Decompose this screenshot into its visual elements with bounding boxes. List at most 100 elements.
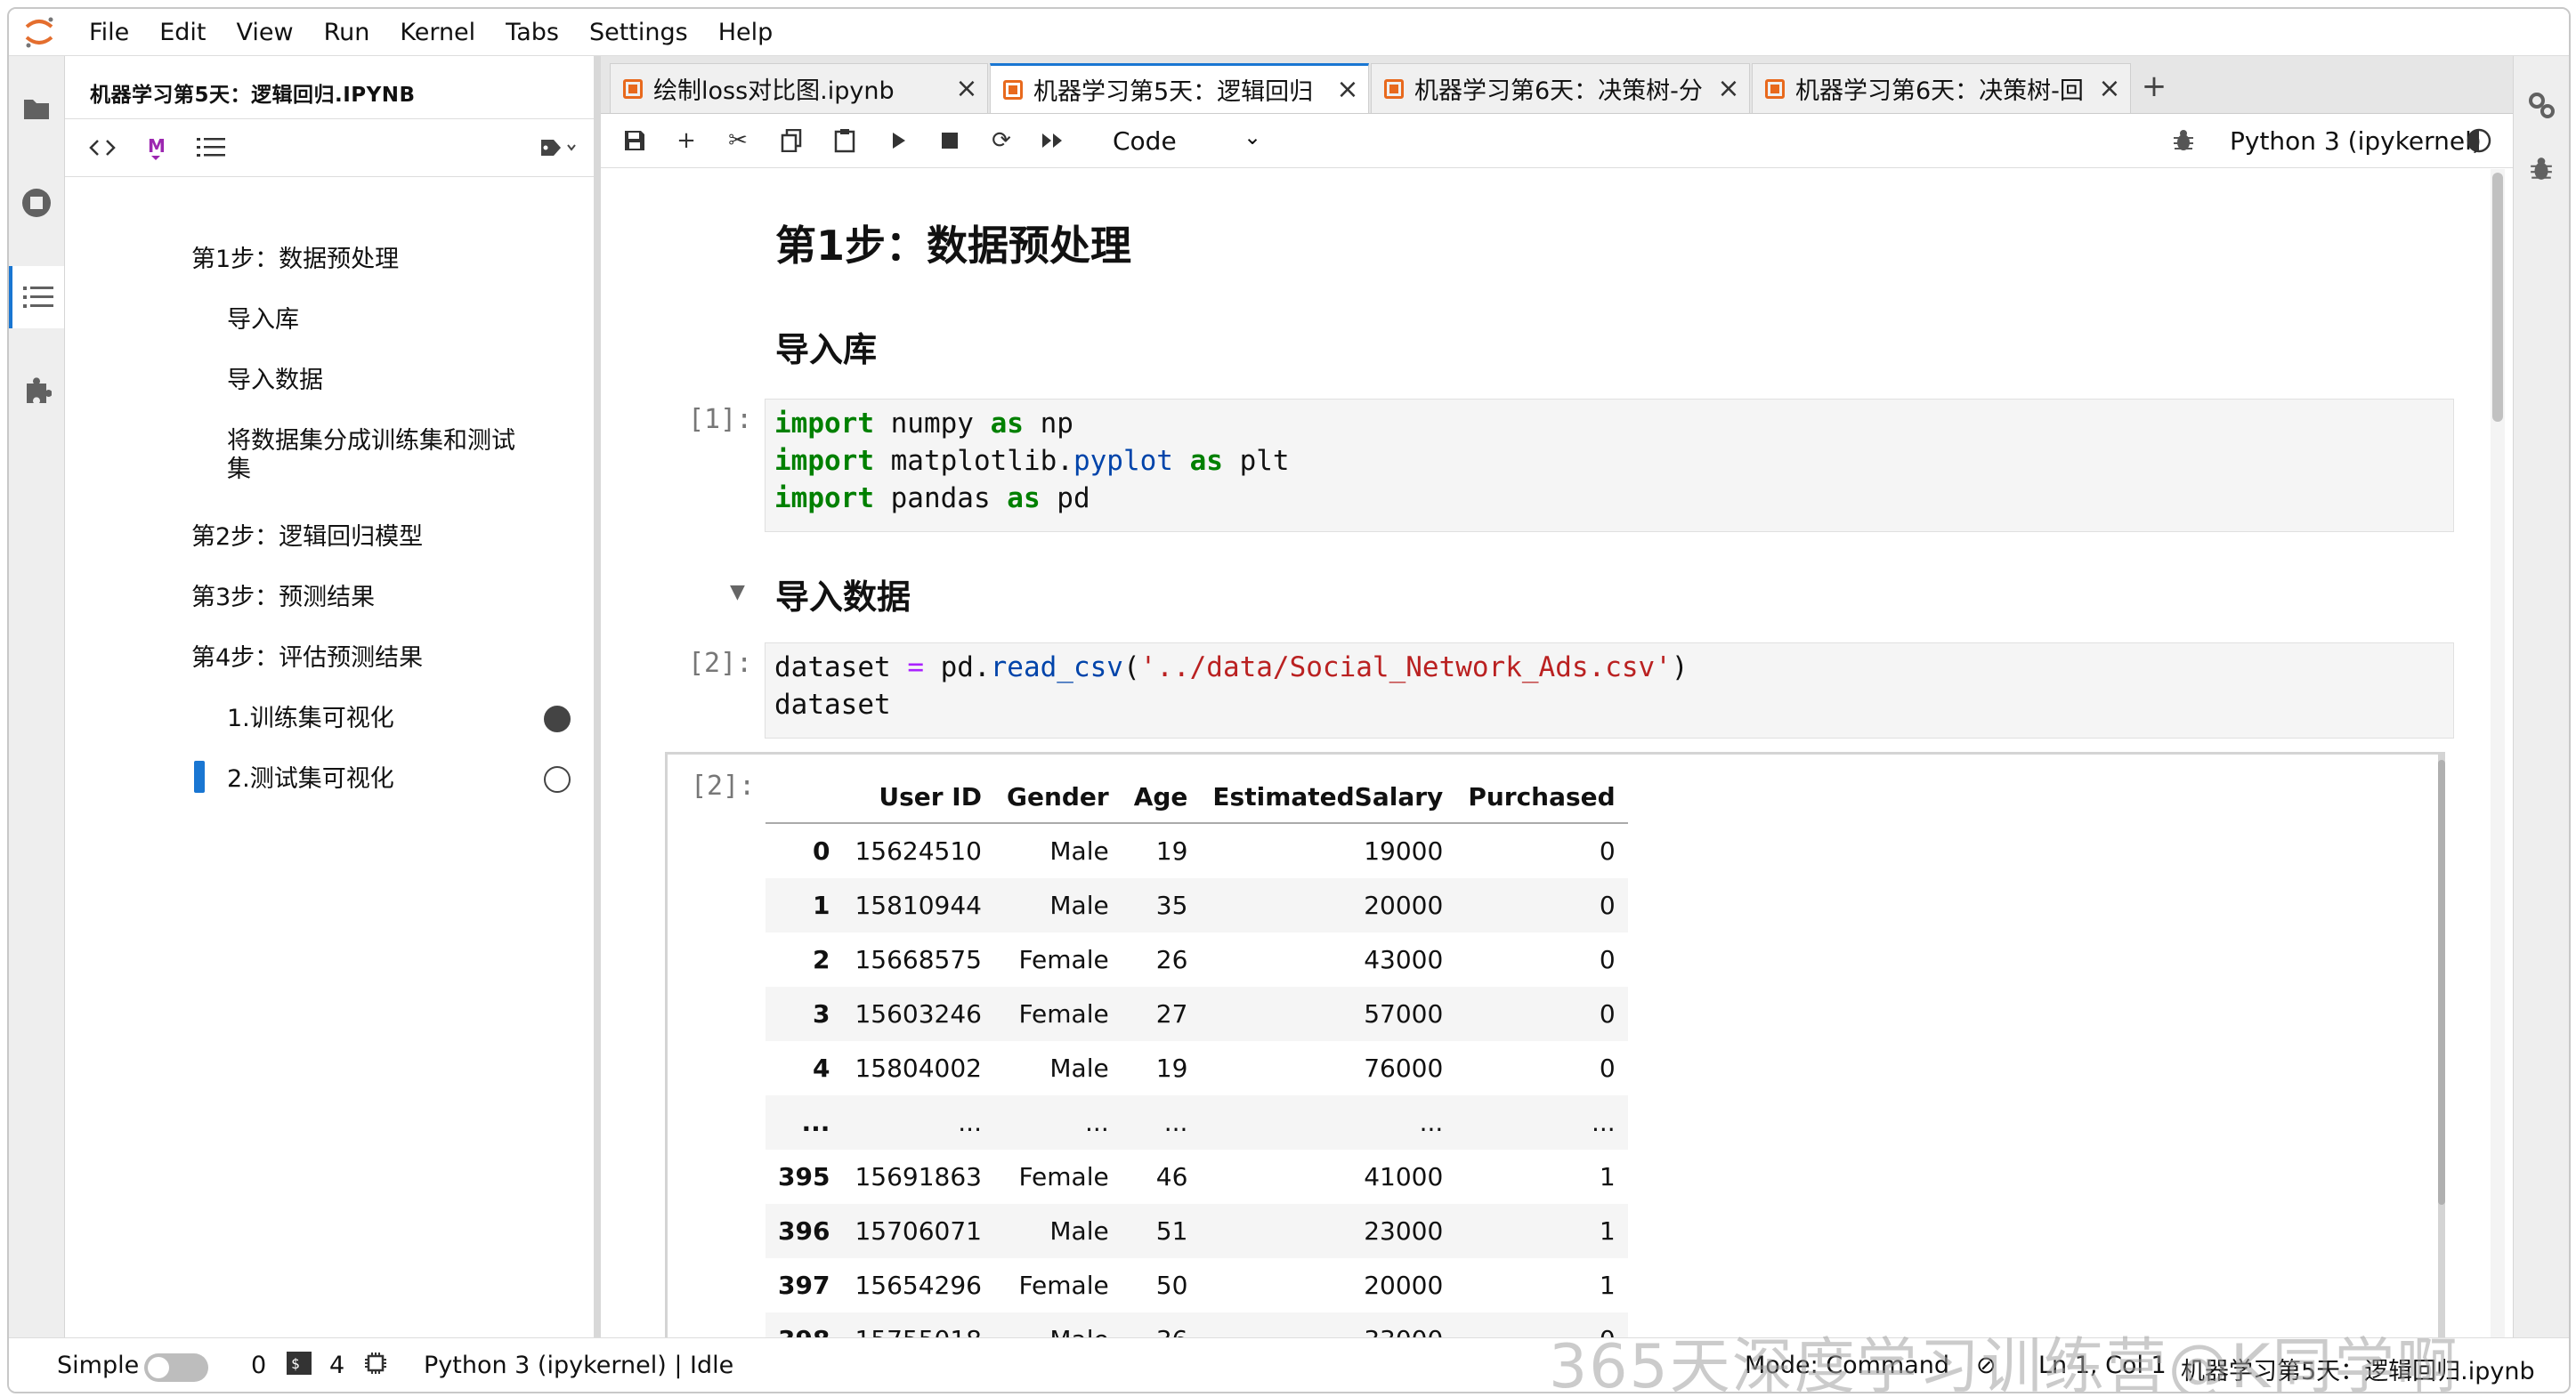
- tab-loss-plot[interactable]: 绘制loss对比图.ipynb ×: [610, 63, 988, 113]
- table-row: 2 15668575 Female 26 43000 0: [766, 933, 1628, 987]
- menu-run[interactable]: Run: [324, 19, 370, 46]
- cell1-prompt: [1]:: [688, 404, 753, 435]
- close-icon[interactable]: ×: [1715, 73, 1742, 104]
- code-cell-2[interactable]: dataset = pd.read_csv('../data/Social_Ne…: [765, 642, 2454, 739]
- menu-view[interactable]: View: [236, 19, 293, 46]
- table-row: 396 15706071 Male 51 23000 1: [766, 1204, 1628, 1258]
- new-tab-plus-icon[interactable]: +: [2136, 67, 2172, 106]
- heading-import-data: 导入数据: [775, 577, 911, 617]
- table-cell: 23000: [1364, 1216, 1444, 1246]
- tab-logistic-regression[interactable]: 机器学习第5天：逻辑回归 ×: [990, 63, 1369, 113]
- menu-settings[interactable]: Settings: [589, 19, 688, 46]
- row-index-cell: 3: [812, 999, 830, 1029]
- toc-item-import-data[interactable]: 导入数据: [227, 366, 323, 396]
- left-activity-bar: [9, 56, 65, 1337]
- toc-item-step1[interactable]: 第1步：数据预处理: [191, 245, 399, 275]
- menu-file[interactable]: File: [89, 19, 129, 46]
- code-line: dataset = pd.read_csv('../data/Social_Ne…: [774, 651, 1689, 683]
- running-sessions-icon[interactable]: [9, 172, 64, 234]
- tab-label: 绘制loss对比图.ipynb: [653, 77, 895, 105]
- table-header-row: User ID Gender Age EstimatedSalary Purch…: [766, 771, 1628, 823]
- code-toggle-icon[interactable]: [85, 130, 120, 166]
- row-index-cell: 397: [778, 1271, 830, 1300]
- simple-mode-toggle[interactable]: [144, 1353, 208, 1382]
- cut-icon[interactable]: ✂: [722, 125, 754, 157]
- close-icon[interactable]: ×: [2096, 73, 2123, 104]
- toc-item-test-vis[interactable]: 2.测试集可视化: [227, 764, 394, 795]
- table-row: 39815755018Male36330000: [766, 1312, 1628, 1337]
- table-row: 4 15804002 Male 19 76000 0: [766, 1041, 1628, 1095]
- menu-tabs[interactable]: Tabs: [506, 19, 559, 46]
- restart-run-all-icon[interactable]: [1037, 125, 1069, 157]
- insert-cell-plus-icon[interactable]: +: [670, 125, 702, 157]
- table-cell: 15804002: [855, 1054, 982, 1083]
- kernel-count[interactable]: 4: [329, 1352, 344, 1379]
- table-cell: 26: [1155, 945, 1188, 974]
- row-index-cell: 396: [778, 1216, 830, 1246]
- table-cell: 76000: [1364, 1054, 1444, 1083]
- toc-item-step3[interactable]: 第3步：预测结果: [191, 583, 375, 613]
- output-scrollbar[interactable]: [2438, 760, 2445, 1205]
- table-cell: Female: [1018, 1271, 1109, 1300]
- paste-icon[interactable]: [829, 125, 861, 157]
- property-inspector-gear-icon[interactable]: [2514, 74, 2569, 136]
- table-of-contents-icon[interactable]: [9, 266, 64, 328]
- table-cell: 41000: [1364, 1162, 1444, 1191]
- running-indicator-empty: [544, 766, 571, 793]
- toc-item-step2[interactable]: 第2步：逻辑回归模型: [191, 522, 423, 553]
- extensions-icon[interactable]: [9, 360, 64, 423]
- tag-filter-icon[interactable]: [537, 130, 581, 166]
- markdown-toggle-icon[interactable]: M: [138, 130, 174, 166]
- table-cell: 43000: [1364, 945, 1444, 974]
- tab-decision-tree-reg[interactable]: 机器学习第6天：决策树-回 ×: [1752, 63, 2131, 113]
- menu-kernel[interactable]: Kernel: [400, 19, 475, 46]
- copy-icon[interactable]: [775, 125, 807, 157]
- dataframe-table: User ID Gender Age EstimatedSalary Purch…: [766, 771, 1628, 1337]
- menu-edit[interactable]: Edit: [159, 19, 206, 46]
- row-index-cell: 4: [812, 1054, 830, 1083]
- table-row: 0 15624510 Male 19 19000 0: [766, 823, 1628, 878]
- table-cell: 20000: [1364, 891, 1444, 920]
- table-cell: ...: [1163, 1108, 1188, 1137]
- table-cell: 19: [1155, 836, 1188, 866]
- terminal-icon: $: [287, 1352, 312, 1381]
- svg-text:$: $: [291, 1355, 300, 1372]
- close-icon[interactable]: ×: [953, 73, 980, 104]
- collapse-heading-caret-icon[interactable]: ▼: [730, 581, 745, 603]
- table-cell: Male: [1049, 1216, 1109, 1246]
- terminal-count[interactable]: 0: [251, 1352, 266, 1379]
- table-cell: 36: [1122, 1312, 1201, 1337]
- chevron-down-icon[interactable]: ⌄: [1243, 125, 1261, 149]
- code-line: dataset: [774, 689, 891, 721]
- numbered-list-icon[interactable]: [193, 130, 229, 166]
- run-cell-icon[interactable]: [882, 125, 914, 157]
- notebook-scrollbar[interactable]: [2491, 169, 2505, 1337]
- code-cell-1[interactable]: import numpy as np import matplotlib.pyp…: [765, 399, 2454, 532]
- scrollbar-thumb[interactable]: [2492, 173, 2503, 422]
- cell-type-select[interactable]: Code: [1113, 126, 1177, 156]
- table-cell: Male: [1049, 836, 1109, 866]
- tab-decision-tree-cls[interactable]: 机器学习第6天：决策树-分 ×: [1371, 63, 1750, 113]
- toc-item-step4[interactable]: 第4步：评估预测结果: [191, 643, 423, 674]
- toc-item-train-vis[interactable]: 1.训练集可视化: [227, 704, 394, 734]
- interrupt-kernel-icon[interactable]: [934, 125, 966, 157]
- debugger-bug-icon[interactable]: [2167, 125, 2199, 157]
- toc-item-split-data[interactable]: 将数据集分成训练集和测试: [227, 426, 515, 456]
- toc-title: 机器学习第5天：逻辑回归.IPYNB: [90, 84, 416, 107]
- table-cell: 0: [1599, 891, 1616, 920]
- table-cell: 15810944: [855, 891, 982, 920]
- restart-kernel-icon[interactable]: ⟳: [985, 125, 1017, 157]
- table-cell: 15603246: [855, 999, 982, 1029]
- menu-help[interactable]: Help: [718, 19, 774, 46]
- kernel-name[interactable]: Python 3 (ipykernel): [2230, 126, 2482, 156]
- table-of-contents-panel: 机器学习第5天：逻辑回归.IPYNB M 第1步：数据预处理 导入库 导入数据 …: [65, 56, 601, 1337]
- close-icon[interactable]: ×: [1334, 74, 1361, 105]
- table-cell: 46: [1155, 1162, 1188, 1191]
- toc-item-import-libs[interactable]: 导入库: [227, 305, 299, 335]
- save-icon[interactable]: [619, 125, 651, 157]
- debugger-bug-icon[interactable]: [2514, 138, 2569, 200]
- kernel-status-text[interactable]: Python 3 (ipykernel) | Idle: [424, 1352, 733, 1379]
- notebook-icon: [1384, 78, 1404, 99]
- file-browser-icon[interactable]: [9, 77, 64, 140]
- table-cell: 27: [1155, 999, 1188, 1029]
